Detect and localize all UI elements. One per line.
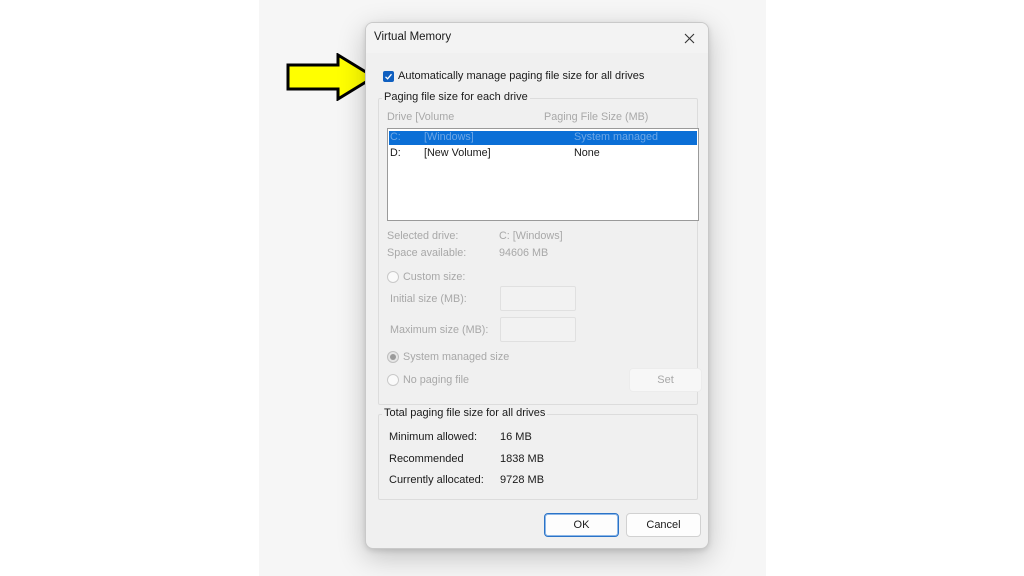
drive-letter: D:	[390, 147, 401, 159]
close-button[interactable]	[676, 26, 702, 50]
drive-size: None	[574, 147, 600, 159]
no-paging-file-label: No paging file	[403, 374, 470, 386]
recommended-label: Recommended	[389, 453, 464, 465]
selected-drive-label: Selected drive:	[387, 230, 459, 242]
dialog-title: Virtual Memory	[374, 31, 452, 43]
initial-size-input[interactable]	[500, 286, 576, 311]
close-icon	[684, 33, 694, 43]
virtual-memory-dialog: Virtual Memory Automatically manage pagi…	[365, 22, 709, 549]
custom-size-label: Custom size:	[403, 271, 466, 283]
system-managed-radio[interactable]	[387, 351, 399, 363]
selected-drive-value: C: [Windows]	[499, 230, 563, 242]
checkmark-icon	[385, 73, 392, 80]
minimum-allowed-value: 16 MB	[500, 431, 532, 443]
currently-allocated-label: Currently allocated:	[389, 474, 484, 486]
totals-legend: Total paging file size for all drives	[382, 407, 548, 419]
drive-volume: [New Volume]	[424, 147, 491, 159]
no-paging-file-radio[interactable]	[387, 374, 399, 386]
auto-manage-row[interactable]: Automatically manage paging file size fo…	[383, 70, 644, 82]
maximum-size-label: Maximum size (MB):	[390, 324, 489, 336]
title-bar: Virtual Memory	[366, 23, 708, 53]
column-header-paging-size: Paging File Size (MB)	[544, 111, 649, 123]
totals-group: Total paging file size for all drives Mi…	[378, 407, 698, 500]
drive-row-c[interactable]: C: [Windows] System managed	[389, 131, 697, 145]
per-drive-group: Paging file size for each drive Drive [V…	[378, 91, 702, 405]
drive-size: System managed	[574, 131, 659, 143]
per-drive-legend: Paging file size for each drive	[382, 91, 530, 103]
recommended-value: 1838 MB	[500, 453, 545, 465]
system-managed-label: System managed size	[403, 351, 510, 363]
space-available-value: 94606 MB	[499, 247, 549, 259]
currently-allocated-value: 9728 MB	[500, 474, 545, 486]
drive-row-d[interactable]: D: [New Volume] None	[389, 147, 697, 161]
ok-button[interactable]: OK	[544, 513, 619, 537]
maximum-size-input[interactable]	[500, 317, 576, 342]
yellow-arrow-icon	[286, 53, 376, 101]
custom-size-radio[interactable]	[387, 271, 399, 283]
column-header-drive-volume: Drive [Volume	[387, 111, 455, 123]
initial-size-label: Initial size (MB):	[390, 293, 467, 305]
set-button[interactable]: Set	[629, 368, 702, 392]
drive-letter: C:	[390, 131, 401, 143]
auto-manage-label: Automatically manage paging file size fo…	[398, 70, 645, 82]
cancel-button[interactable]: Cancel	[626, 513, 701, 537]
space-available-label: Space available:	[387, 247, 467, 259]
minimum-allowed-label: Minimum allowed:	[389, 431, 478, 443]
drive-list[interactable]: C: [Windows] System managed D: [New Volu…	[387, 128, 699, 221]
drive-volume: [Windows]	[424, 131, 474, 143]
auto-manage-checkbox[interactable]	[383, 70, 394, 82]
